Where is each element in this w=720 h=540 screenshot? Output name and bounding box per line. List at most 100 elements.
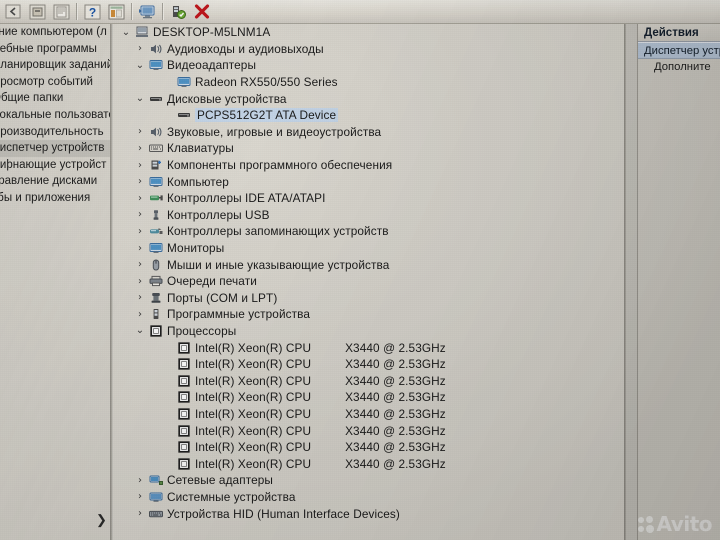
- left-pane-item-0[interactable]: ение компьютером (л: [0, 24, 110, 41]
- update-driver-button[interactable]: [167, 1, 189, 22]
- monitor-scan-icon: [139, 5, 155, 18]
- pane-splitter-left[interactable]: [110, 24, 112, 540]
- disk-drive-icon: [147, 92, 164, 106]
- tree-row[interactable]: › Контроллеры IDE ATA/ATAPI: [113, 190, 625, 207]
- scan-hardware-button[interactable]: [136, 1, 158, 22]
- left-pane-item-9[interactable]: правление дисками: [0, 173, 110, 190]
- tree-row[interactable]: Radeon RX550/550 Series: [113, 74, 625, 91]
- tree-row[interactable]: PCPS512G2T ATA Device: [113, 107, 625, 124]
- tree-row-label: Дисковые устройства: [167, 91, 287, 106]
- cpu-row[interactable]: Intel(R) Xeon(R) CPU X3440 @ 2.53GHz: [113, 372, 625, 389]
- chevron-right-icon[interactable]: ›: [133, 276, 147, 287]
- tree-row[interactable]: › Контроллеры запоминающих устройств: [113, 223, 625, 240]
- console-content: ение компьютером (л жебные программы Пла…: [0, 24, 720, 540]
- chevron-right-icon[interactable]: ›: [133, 292, 147, 303]
- chevron-down-icon[interactable]: ⌄: [133, 60, 147, 71]
- tree-row-label: Системные устройства: [167, 489, 296, 504]
- chevron-right-icon[interactable]: ›: [133, 259, 147, 270]
- console-tree-pane[interactable]: ение компьютером (л жебные программы Пла…: [0, 24, 110, 540]
- tree-row[interactable]: › Клавиатуры: [113, 140, 625, 157]
- back-button[interactable]: [2, 1, 24, 22]
- left-pane-item-10[interactable]: кбы и приложения: [0, 190, 110, 207]
- tree-row[interactable]: › Мыши и иные указывающие устройства: [113, 256, 625, 273]
- chevron-right-icon[interactable]: ›: [133, 243, 147, 254]
- system-device-icon: [147, 490, 164, 504]
- tree-row[interactable]: › Компоненты программного обеспечения: [113, 157, 625, 174]
- tree-row[interactable]: ⌄ Процессоры: [113, 323, 625, 340]
- cpu-row[interactable]: Intel(R) Xeon(R) CPU X3440 @ 2.53GHz: [113, 406, 625, 423]
- chevron-down-icon[interactable]: ⌄: [133, 93, 147, 104]
- chevron-right-icon[interactable]: ›: [133, 193, 147, 204]
- red-x-icon: [194, 4, 210, 19]
- tree-row[interactable]: › Звуковые, игровые и видеоустройства: [113, 124, 625, 141]
- chevron-right-icon[interactable]: ›: [133, 176, 147, 187]
- left-pane-item-3[interactable]: Просмотр событий: [0, 74, 110, 91]
- disk-drive-icon: [175, 108, 192, 122]
- chevron-down-icon[interactable]: ⌄: [133, 325, 147, 336]
- device-tree[interactable]: ⌄ DESKTOP-M5LNM1A › Аудиовходы и аудиовых…: [113, 24, 625, 540]
- tree-row[interactable]: ⌄ Дисковые устройства: [113, 90, 625, 107]
- chevron-right-icon[interactable]: ›: [133, 309, 147, 320]
- chevron-right-icon[interactable]: ›: [133, 226, 147, 237]
- tree-row-label: Сетевые адаптеры: [167, 473, 273, 488]
- tree-row-root[interactable]: ⌄ DESKTOP-M5LNM1A: [113, 24, 625, 41]
- monitor-blue-icon: [147, 241, 164, 255]
- actions-item-more[interactable]: Дополните: [638, 59, 720, 76]
- tree-row[interactable]: ⌄ Видеоадаптеры: [113, 57, 625, 74]
- cpu-row[interactable]: Intel(R) Xeon(R) CPU X3440 @ 2.53GHz: [113, 455, 625, 472]
- pane-expander-icon[interactable]: ❯: [96, 512, 107, 528]
- tree-node-list: › Аудиовходы и аудиовыходы ⌄ Видеоадаптеры R…: [113, 41, 625, 340]
- cpu-row[interactable]: Intel(R) Xeon(R) CPU X3440 @ 2.53GHz: [113, 339, 625, 356]
- tree-row-label: Компьютер: [167, 174, 229, 189]
- tree-row-label: Очереди печати: [167, 274, 257, 289]
- show-hidden-devices-button[interactable]: [105, 1, 127, 22]
- tree-tail-list: › Сетевые адаптеры › Системные устройства › У…: [113, 472, 625, 522]
- chevron-right-icon[interactable]: ›: [133, 160, 147, 171]
- tree-row-label: Мониторы: [167, 241, 225, 256]
- tree-row[interactable]: › Очереди печати: [113, 273, 625, 290]
- tree-row[interactable]: › Контроллеры USB: [113, 207, 625, 224]
- processor-icon: [175, 457, 192, 471]
- chevron-right-icon[interactable]: ›: [133, 508, 147, 519]
- cpu-row[interactable]: Intel(R) Xeon(R) CPU X3440 @ 2.53GHz: [113, 439, 625, 456]
- chevron-right-icon[interactable]: ›: [133, 491, 147, 502]
- chevron-down-icon[interactable]: ⌄: [119, 27, 133, 38]
- tree-row[interactable]: › Системные устройства: [113, 489, 625, 506]
- left-pane-item-1[interactable]: жебные программы: [0, 41, 110, 58]
- tree-row-label: Мыши и иные указывающие устройства: [167, 257, 390, 272]
- print-button[interactable]: [50, 1, 72, 22]
- uninstall-device-button[interactable]: [191, 1, 213, 22]
- actions-pane: Действия Диспетчер устр Дополните: [637, 24, 720, 540]
- left-pane-item-5[interactable]: Локальные пользовате: [0, 107, 110, 124]
- chevron-right-icon[interactable]: ›: [133, 43, 147, 54]
- tree-row[interactable]: › Аудиовходы и аудиовыходы: [113, 41, 625, 58]
- tree-row-label: Контроллеры USB: [167, 207, 270, 222]
- tree-row[interactable]: › Компьютер: [113, 173, 625, 190]
- cpu-row[interactable]: Intel(R) Xeon(R) CPU X3440 @ 2.53GHz: [113, 389, 625, 406]
- cpu-row[interactable]: Intel(R) Xeon(R) CPU X3440 @ 2.53GHz: [113, 356, 625, 373]
- cpu-name: Intel(R) Xeon(R) CPU: [195, 423, 312, 438]
- actions-item-device-manager[interactable]: Диспетчер устр: [638, 42, 720, 59]
- properties-button[interactable]: [26, 1, 48, 22]
- tree-row[interactable]: › Устройства HID (Human Interface Devices…: [113, 505, 625, 522]
- tree-row[interactable]: › Программные устройства: [113, 306, 625, 323]
- left-pane-item-6[interactable]: Производительность: [0, 124, 110, 141]
- left-pane-item-device-manager[interactable]: Диспетчер устройств: [0, 140, 110, 157]
- chevron-right-icon[interactable]: ›: [133, 126, 147, 137]
- help-button[interactable]: ?: [81, 1, 103, 22]
- cpu-model: X3440 @ 2.53GHz: [345, 406, 446, 421]
- left-pane-item-4[interactable]: Общие папки: [0, 90, 110, 107]
- left-pane-item-8[interactable]: миþнающие устройст: [0, 157, 110, 174]
- cpu-row[interactable]: Intel(R) Xeon(R) CPU X3440 @ 2.53GHz: [113, 422, 625, 439]
- chevron-right-icon[interactable]: ›: [133, 475, 147, 486]
- tree-row[interactable]: › Порты (COM и LPT): [113, 290, 625, 307]
- cpu-name: Intel(R) Xeon(R) CPU: [195, 406, 312, 421]
- chevron-right-icon[interactable]: ›: [133, 209, 147, 220]
- tree-row[interactable]: › Мониторы: [113, 240, 625, 257]
- left-pane-item-2[interactable]: Планировщик заданий: [0, 57, 110, 74]
- tree-row-label: Аудиовходы и аудиовыходы: [167, 41, 324, 56]
- tree-row[interactable]: › Сетевые адаптеры: [113, 472, 625, 489]
- chevron-right-icon[interactable]: ›: [133, 143, 147, 154]
- pane-splitter-right[interactable]: [624, 24, 626, 540]
- tree-row-label: Контроллеры IDE ATA/ATAPI: [167, 191, 326, 206]
